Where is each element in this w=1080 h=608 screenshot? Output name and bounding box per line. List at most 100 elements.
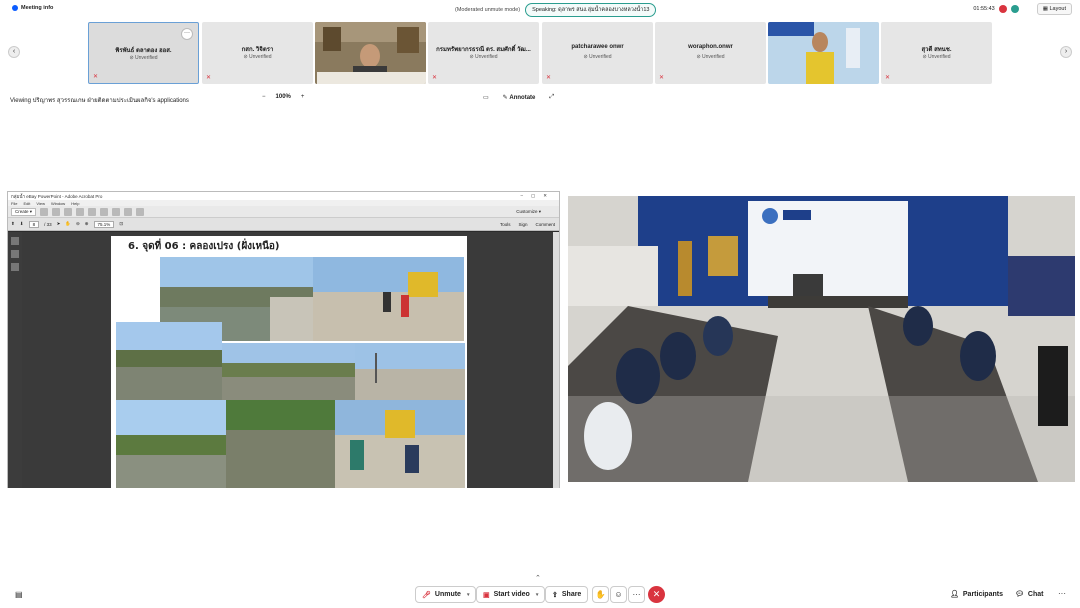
acrobat-panels: Tools Sign Comment — [500, 222, 555, 227]
captions-icon[interactable]: ▤ — [15, 590, 23, 599]
raise-hand-button[interactable]: ✋ — [592, 586, 609, 603]
share-button[interactable]: ⇪ Share — [545, 586, 589, 603]
mic-muted-icon: ✕ — [93, 74, 99, 80]
select-tool-icon[interactable]: ➤ — [57, 221, 61, 227]
menu-edit[interactable]: Edit — [23, 201, 30, 206]
participant-tile[interactable]: กสก. วิจิตรา ⊘ Unverified ✕ — [202, 22, 313, 84]
window-controls: –▢✕ — [520, 193, 555, 198]
attachments-icon[interactable] — [11, 250, 19, 258]
main-video — [568, 196, 1075, 482]
acrobat-nav-toolbar: ⬆ ⬇ 8 / 33 ➤ ✋ ⊖ ⊕ 75.1% ⊡ Tools Sign Co… — [8, 218, 559, 231]
pop-out-icon[interactable]: ▭ — [483, 94, 489, 101]
chat-button[interactable]: 💬︎ Chat — [1015, 590, 1043, 599]
participants-button[interactable]: 👤︎ Participants — [950, 590, 1003, 599]
fit-page-icon[interactable]: ⊡ — [119, 221, 123, 227]
participant-status: ⊘ Unverified — [583, 54, 612, 60]
reactions-button[interactable]: ☺ — [610, 586, 627, 603]
menu-file[interactable]: File — [11, 201, 17, 206]
tools-tab[interactable]: Tools — [500, 222, 511, 227]
participant-tile[interactable]: สุวดี สทนช. ⊘ Unverified ✕ — [881, 22, 992, 84]
layout-button[interactable]: ▦ Layout — [1036, 3, 1072, 15]
participant-video-tile[interactable] — [315, 22, 426, 84]
top-bar: Meeting info (Moderated unmute mode) Spe… — [0, 0, 1080, 20]
zoom-in-button[interactable]: + — [301, 94, 305, 100]
edit-icon[interactable] — [88, 207, 97, 216]
save-icon[interactable] — [52, 207, 61, 216]
more-button[interactable]: ··· — [628, 586, 645, 603]
mic-muted-icon: ✕ — [206, 75, 212, 81]
bookmarks-icon[interactable] — [11, 263, 19, 271]
start-video-button[interactable]: ▣ Start video ▾ — [476, 586, 546, 603]
participant-video-tile[interactable] — [768, 22, 879, 84]
unmute-button[interactable]: 🎤︎ Unmute ▾ — [415, 586, 477, 603]
annotate-controls: ▭ ✎ Annotate ⤢ — [483, 94, 554, 101]
navigation-rail — [8, 232, 22, 488]
viewing-bar: Viewing ปริญาพร สุวรรณเกษ ฝ่ายติดตามประเ… — [0, 92, 1080, 106]
participant-tile[interactable]: ··· พิรพันธ์ ตลาดอง ฮอส. ⊘ Unverified ✕ — [88, 22, 199, 84]
strip-prev-button[interactable]: ‹ — [8, 46, 20, 58]
more-options-icon[interactable]: ··· — [181, 28, 193, 40]
slide-title: 6. จุดที่ 06 : คลองเปรง (ฝั่งเหนือ) — [128, 241, 280, 252]
fullscreen-icon[interactable]: ⤢ — [549, 94, 554, 101]
print-icon[interactable] — [64, 207, 73, 216]
participant-tile[interactable]: woraphon.onwr ⊘ Unverified ✕ — [655, 22, 766, 84]
acrobat-titlebar: กลุ่มน้ำ eBay PowerPoint - Adobe Acrobat… — [8, 192, 559, 200]
customize-button[interactable]: Customize ▾ — [516, 209, 541, 215]
highlight-icon[interactable] — [124, 207, 133, 216]
participant-name: กรมทรัพยากรธรณี ดร. สมศักดิ์ วัฒ... — [436, 47, 531, 53]
chevron-down-icon[interactable]: ▾ — [467, 592, 470, 598]
pdf-page: 6. จุดที่ 06 : คลองเปรง (ฝั่งเหนือ) — [111, 236, 467, 488]
meeting-info-button[interactable]: Meeting info — [12, 5, 53, 11]
mic-muted-icon: ✕ — [659, 75, 665, 81]
chevron-down-icon[interactable]: ▾ — [536, 592, 539, 598]
leave-button[interactable]: ✕ — [648, 586, 665, 603]
zoom-out-icon[interactable]: ⊖ — [76, 221, 80, 227]
email-icon[interactable] — [76, 207, 85, 216]
speaking-area: (Moderated unmute mode) Speaking: ดุลาพร… — [455, 3, 657, 17]
close-icon: ✕ — [652, 589, 661, 599]
prev-page-icon[interactable]: ⬆ — [11, 221, 15, 227]
zoom-out-button[interactable]: − — [262, 94, 266, 100]
strip-next-button[interactable]: › — [1060, 46, 1072, 58]
annotate-button[interactable]: ✎ Annotate — [503, 94, 536, 101]
participant-video — [315, 22, 426, 84]
hand-tool-icon[interactable]: ✋ — [65, 221, 71, 227]
zoom-in-icon[interactable]: ⊕ — [85, 221, 89, 227]
participant-status: ⊘ Unverified — [469, 54, 498, 60]
site-photo — [355, 343, 465, 400]
recording-icon[interactable] — [998, 5, 1007, 13]
pdf-scrollbar[interactable] — [553, 232, 559, 488]
participants-label: Participants — [962, 590, 1003, 598]
comment-tab[interactable]: Comment — [535, 222, 555, 227]
video-off-icon: ▣ — [483, 591, 490, 599]
site-photo — [226, 400, 335, 488]
page-number-input[interactable]: 8 — [28, 220, 40, 228]
participant-video — [768, 22, 879, 84]
sign-tab[interactable]: Sign — [518, 222, 527, 227]
participant-strip: ‹ ··· พิรพันธ์ ตลาดอง ฮอส. ⊘ Unverified … — [0, 22, 1080, 84]
participant-tile[interactable]: กรมทรัพยากรธรณี ดร. สมศักดิ์ วัฒ... ⊘ Un… — [428, 22, 539, 84]
comment-icon[interactable] — [112, 207, 121, 216]
viewing-label: Viewing ปริญาพร สุวรรณเกษ ฝ่ายติดตามประเ… — [10, 98, 189, 104]
open-icon[interactable] — [40, 207, 49, 216]
menu-help[interactable]: Help — [71, 201, 79, 206]
security-icon[interactable] — [1010, 5, 1019, 13]
shared-screen: กลุ่มน้ำ eBay PowerPoint - Adobe Acrobat… — [7, 191, 560, 488]
acrobat-zoom-field[interactable]: 75.1% — [93, 220, 115, 228]
hand-icon: ✋ — [595, 590, 606, 599]
settings-icon[interactable] — [100, 207, 109, 216]
unmute-label: Unmute — [434, 591, 461, 598]
document-area: 6. จุดที่ 06 : คลองเปรง (ฝั่งเหนือ) — [8, 232, 559, 488]
menu-view[interactable]: View — [36, 201, 45, 206]
chevron-up-icon[interactable]: ⌃ — [535, 574, 541, 582]
participant-tile[interactable]: patcharawee onwr ⊘ Unverified ✕ — [542, 22, 653, 84]
share-icon: ⇪ — [552, 591, 558, 599]
participant-name: woraphon.onwr — [688, 44, 733, 50]
stamp-icon[interactable] — [136, 207, 145, 216]
more-options-icon[interactable]: ··· — [1058, 589, 1066, 598]
create-button[interactable]: Create ▾ — [11, 207, 37, 216]
pages-panel-icon[interactable] — [11, 237, 19, 245]
chevron-right-icon: › — [1064, 48, 1068, 55]
menu-window[interactable]: Window — [51, 201, 65, 206]
next-page-icon[interactable]: ⬇ — [20, 221, 24, 227]
